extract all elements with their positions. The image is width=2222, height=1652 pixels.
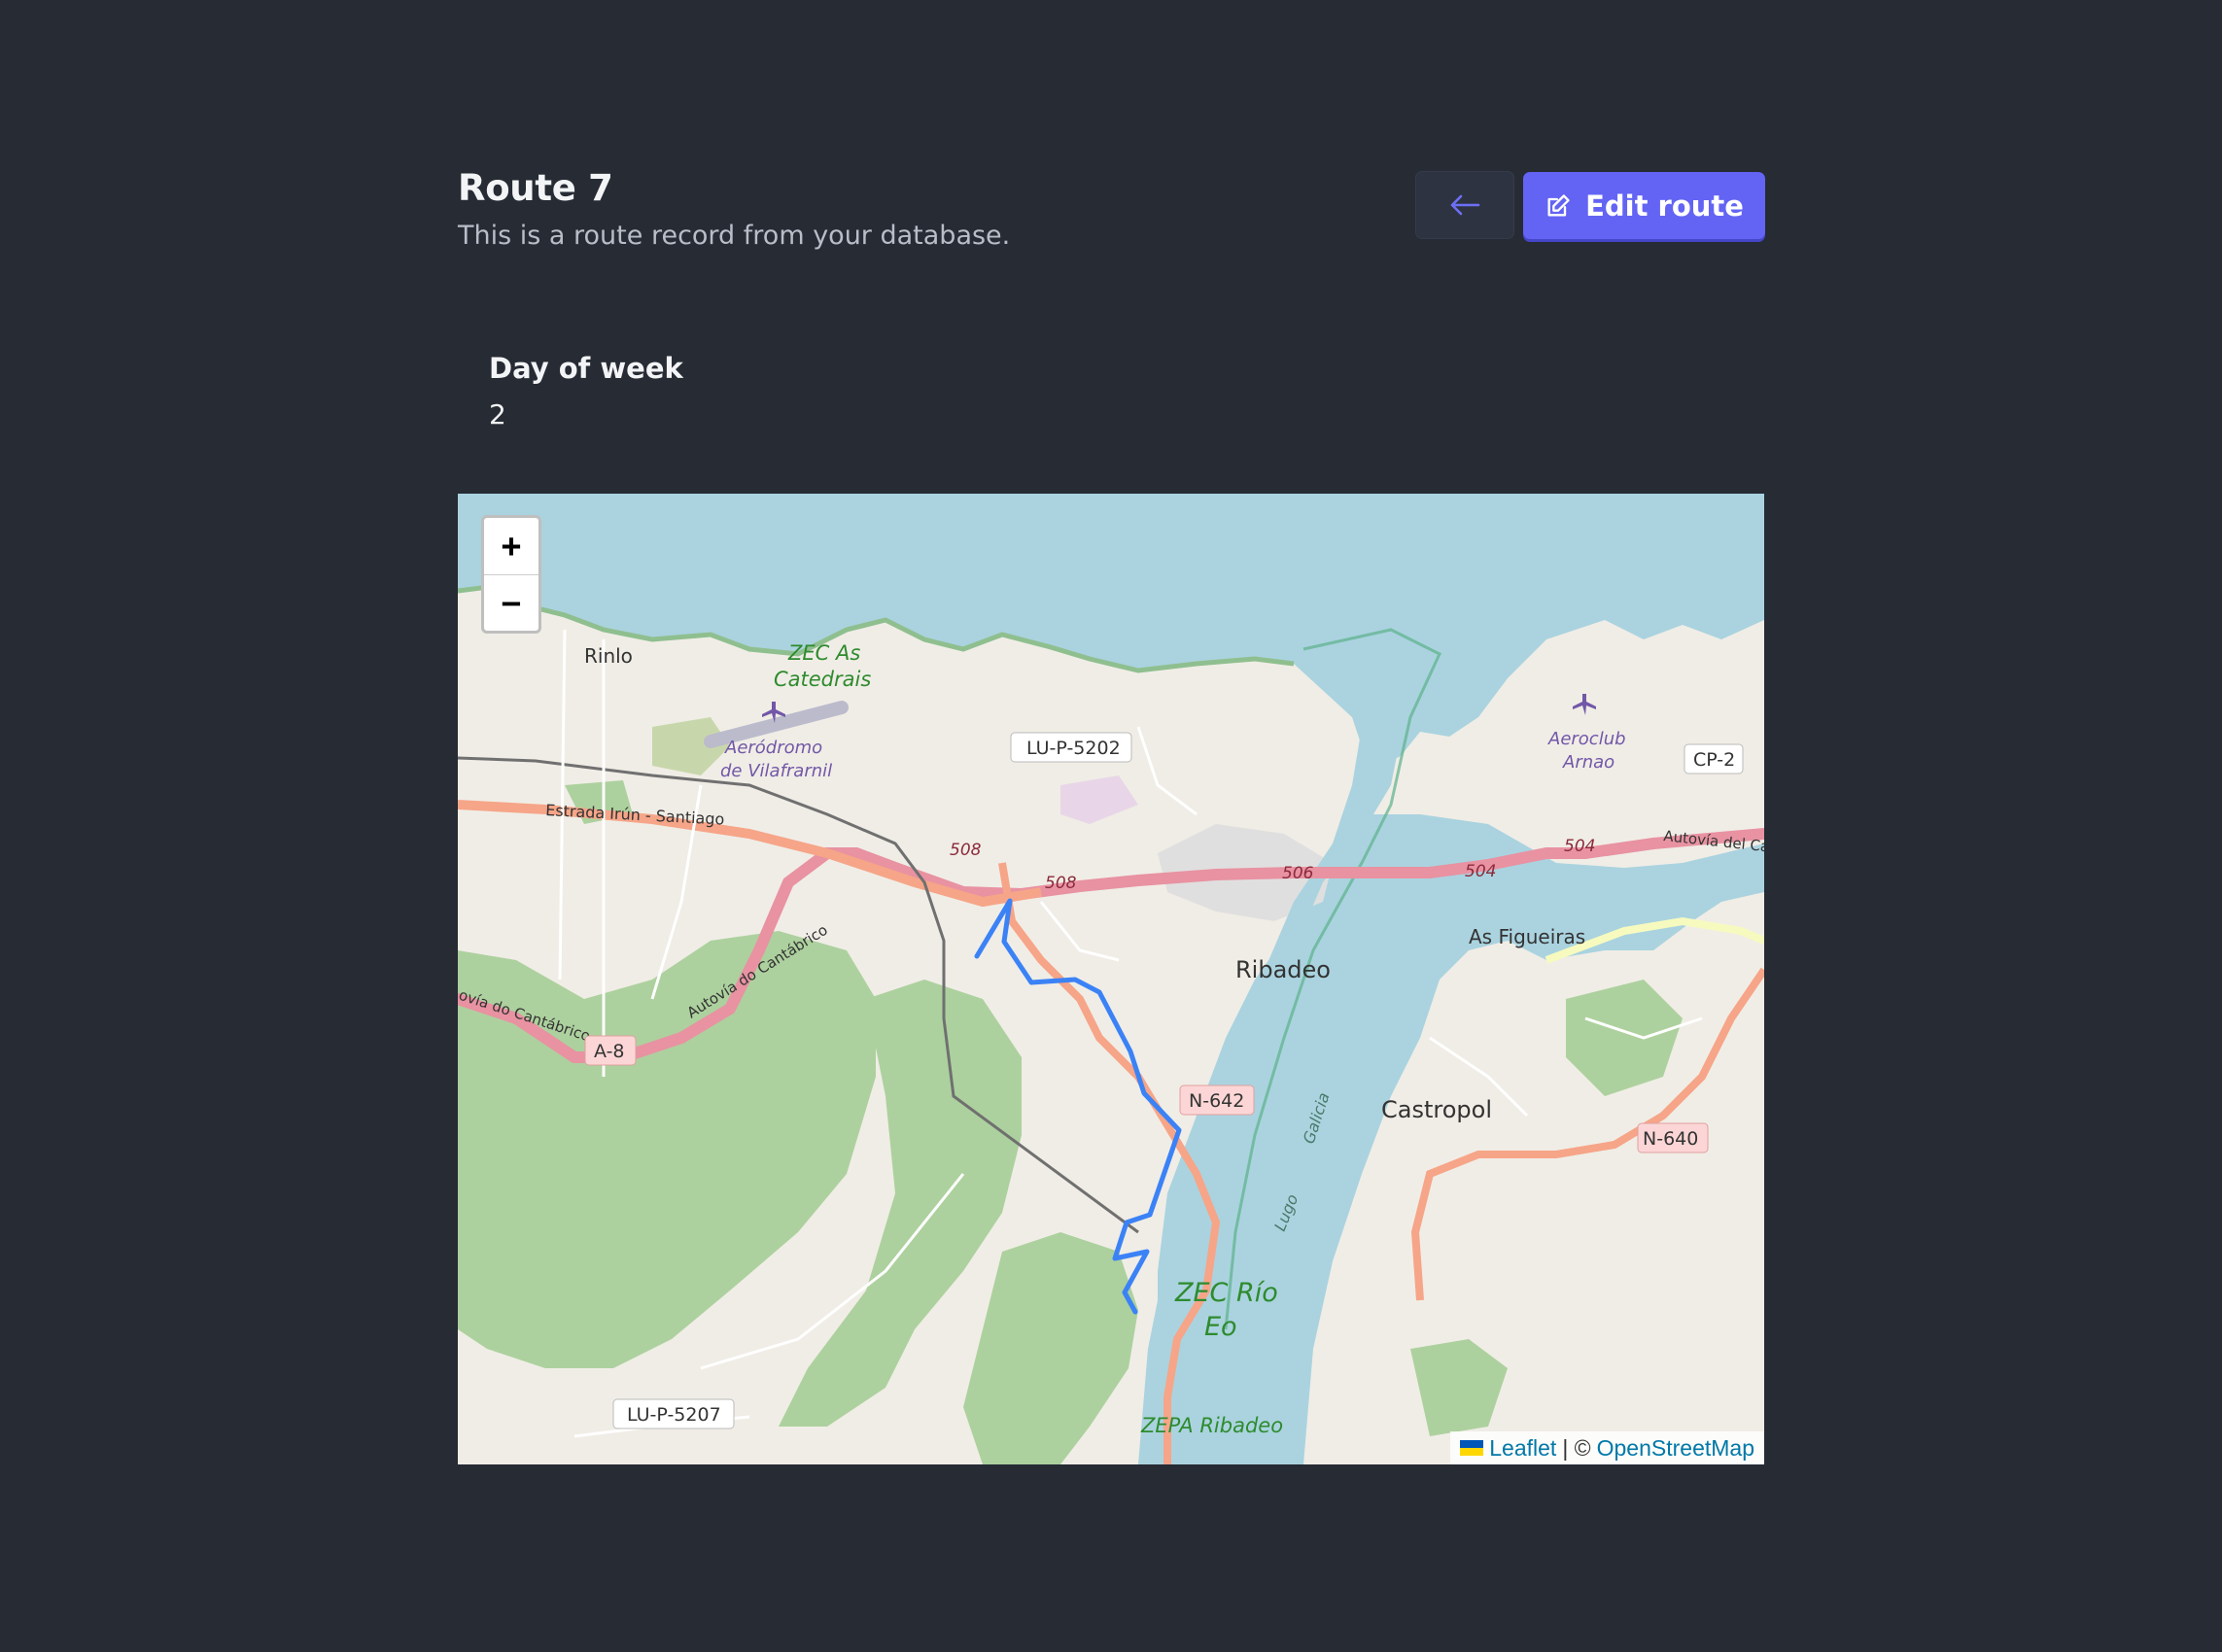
openstreetmap-link[interactable]: OpenStreetMap [1597,1435,1754,1462]
road-shield: LU-P-5207 [627,1404,721,1426]
map-attribution: Leaflet | © OpenStreetMap [1450,1431,1764,1464]
place-label: de Vilafrarnil [720,761,832,781]
place-label: Catedrais [774,668,871,691]
zoom-out-button[interactable]: − [484,574,538,631]
arrow-left-icon [1450,194,1480,216]
back-button[interactable] [1415,171,1514,239]
page-title: Route 7 [458,167,613,209]
page-header: Route 7 This is a route record from your… [458,155,1765,262]
place-label: Aeroclub [1547,729,1626,749]
place-label: Rinlo [584,644,633,668]
edit-route-label: Edit route [1585,189,1744,223]
zoom-in-button[interactable]: + [484,518,538,574]
ukraine-flag-icon [1460,1440,1484,1456]
edit-route-button[interactable]: Edit route [1523,172,1765,239]
place-label: Eo [1204,1312,1237,1342]
road-label: 504 [1564,837,1595,856]
road-label: 508 [1045,874,1077,893]
day-of-week-value: 2 [489,398,506,430]
day-of-week-label: Day of week [489,352,683,385]
pencil-square-icon [1547,193,1570,216]
road-shield: CP-2 [1693,749,1735,771]
place-label: Aeródromo [724,738,822,758]
road-label: 504 [1465,862,1496,881]
road-shield: N-640 [1643,1128,1698,1150]
leaflet-link[interactable]: Leaflet [1489,1435,1556,1462]
map-tiles[interactable]: Rinlo Ribadeo As Figueiras Castropol Est… [458,494,1764,1464]
place-label: ZEPA Ribadeo [1140,1414,1283,1437]
road-shield: N-642 [1189,1090,1244,1112]
place-label: ZEC Río [1174,1278,1278,1308]
day-of-week-field: Day of week 2 [489,352,683,430]
place-label: Castropol [1381,1096,1492,1123]
place-label: Arnao [1562,752,1614,773]
place-label: Ribadeo [1235,956,1331,983]
road-label: 506 [1282,864,1314,883]
road-shield: LU-P-5202 [1026,738,1121,759]
road-label: 508 [950,841,982,860]
page-subtitle: This is a route record from your databas… [458,221,1011,251]
route-map[interactable]: Rinlo Ribadeo As Figueiras Castropol Est… [458,494,1764,1464]
road-shield: A-8 [594,1041,625,1062]
zoom-control: + − [481,515,541,634]
place-label: ZEC As [787,641,860,665]
attribution-separator: | © [1562,1434,1591,1461]
place-label: As Figueiras [1469,925,1585,948]
